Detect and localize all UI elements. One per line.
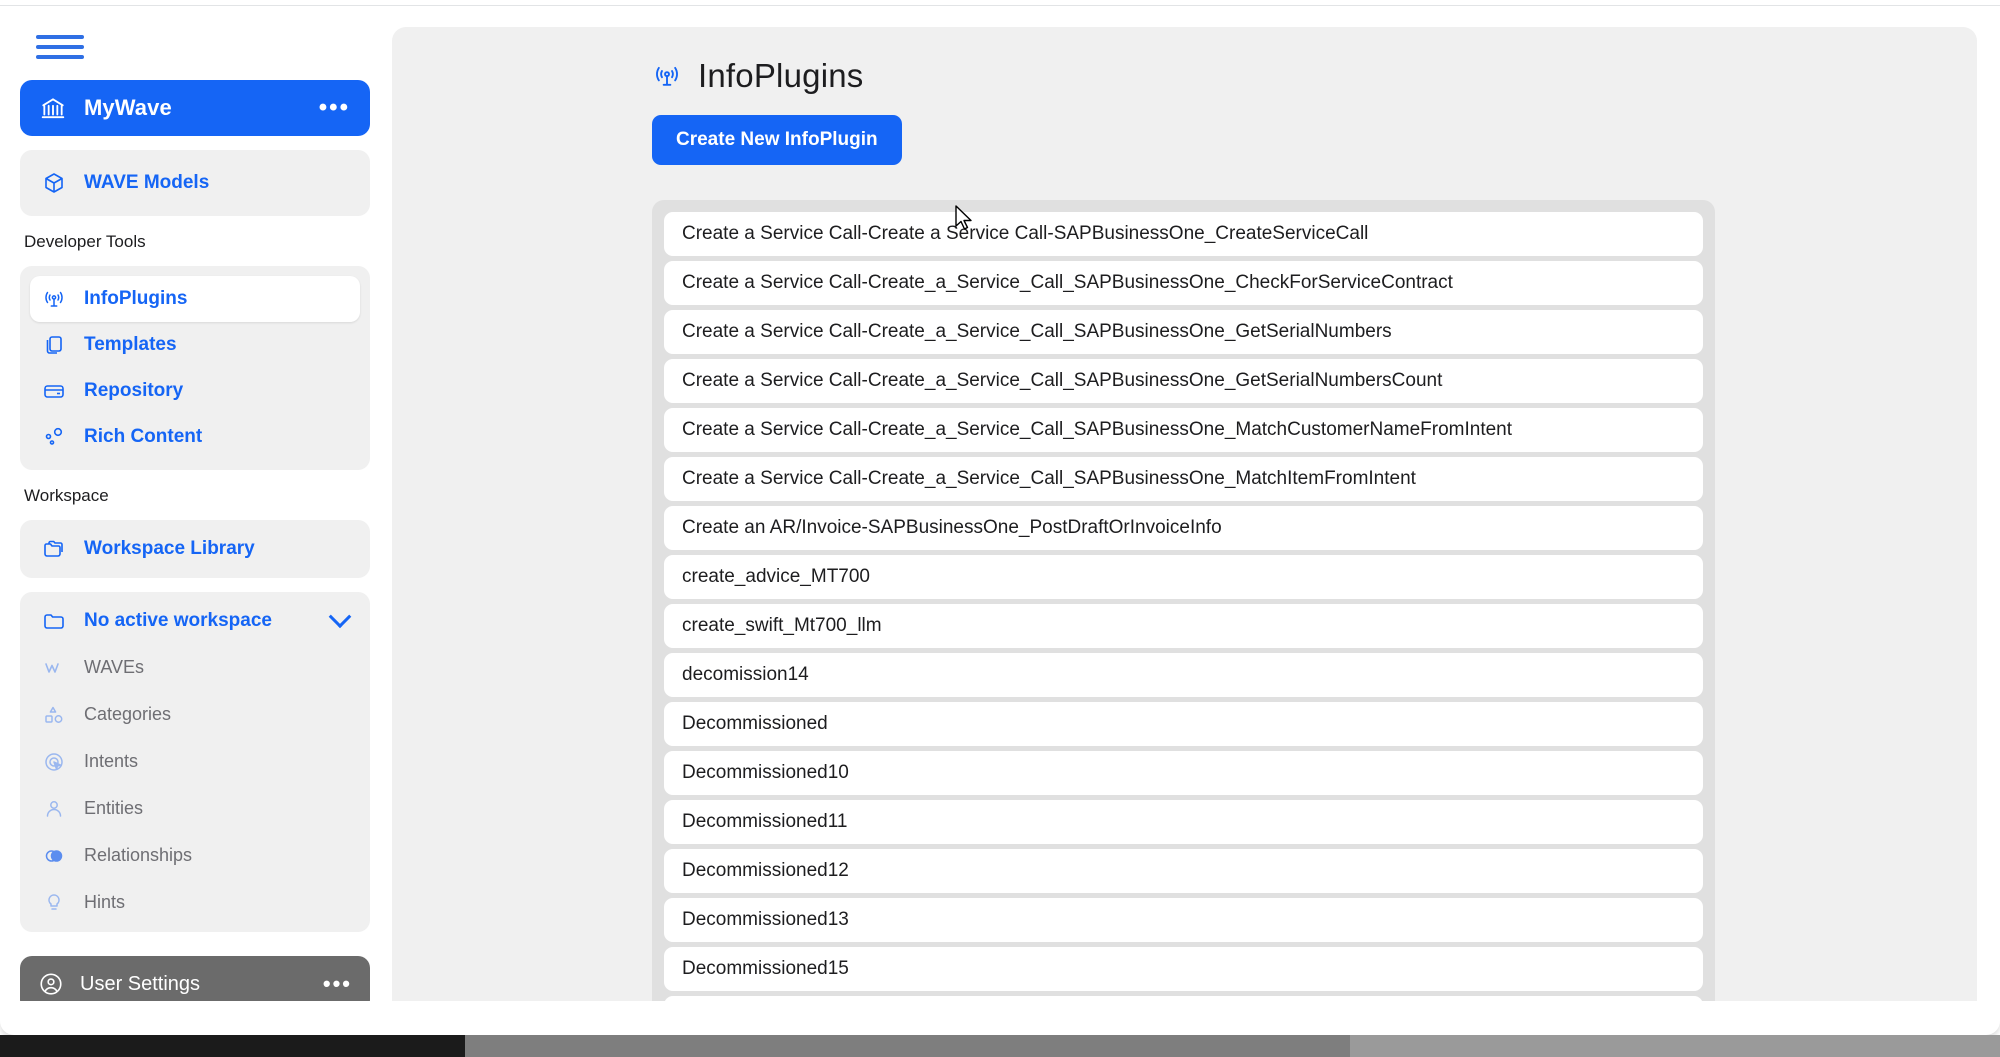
sidebar-item-label: Categories (84, 704, 172, 724)
sidebar-item-wave-models[interactable]: WAVE Models (30, 160, 360, 206)
main-panel: InfoPlugins Create New InfoPlugin Create… (392, 27, 1977, 1057)
list-item[interactable]: Create a Service Call-Create a Service C… (664, 212, 1703, 256)
antenna-icon (42, 287, 66, 311)
wave-models-group: WAVE Models (20, 150, 370, 216)
person-icon (42, 797, 66, 821)
sidebar-item-label: Hints (84, 892, 126, 912)
sidebar-item-label: Repository (84, 380, 184, 401)
list-item[interactable]: decomission14 (664, 653, 1703, 697)
workspace-library-group: Workspace Library (20, 520, 370, 578)
copy-icon (42, 333, 66, 357)
sidebar-item-relationships[interactable]: Relationships (30, 832, 360, 879)
user-settings-more-icon[interactable]: ••• (323, 973, 352, 995)
list-item[interactable]: Create an AR/Invoice-SAPBusinessOne_Post… (664, 506, 1703, 550)
sidebar-item-templates[interactable]: Templates (30, 322, 360, 368)
sidebar-item-label: User Settings (80, 972, 201, 995)
list-item[interactable]: Decommissioned12 (664, 849, 1703, 893)
app-root: MyWave ••• WAVE Models Developer Tools I… (0, 0, 2000, 1057)
sidebar-item-rich-content[interactable]: Rich Content (30, 414, 360, 460)
bezel-right (1350, 1035, 2000, 1057)
list-item[interactable]: Create a Service Call-Create_a_Service_C… (664, 261, 1703, 305)
window-bottom-edge (0, 1001, 2000, 1035)
sidebar-content: MyWave ••• WAVE Models Developer Tools I… (20, 80, 370, 932)
chevron-down-icon[interactable] (328, 605, 352, 629)
hamburger-line (36, 45, 84, 49)
sidebar-item-entities[interactable]: Entities (30, 785, 360, 832)
list-item[interactable]: Decommissioned11 (664, 800, 1703, 844)
sidebar-item-no-active-workspace[interactable]: No active workspace (30, 598, 360, 644)
bank-icon (40, 95, 66, 121)
sidebar-item-hints[interactable]: Hints (30, 879, 360, 926)
list-item[interactable]: Decommissioned13 (664, 898, 1703, 942)
sidebar-item-label: Rich Content (84, 426, 203, 447)
sidebar-item-label: WAVE Models (84, 172, 210, 193)
sidebar-item-label: MyWave (84, 95, 172, 120)
list-item[interactable]: create_advice_MT700 (664, 555, 1703, 599)
infoplugins-list[interactable]: Create a Service Call-Create a Service C… (652, 200, 1715, 1057)
sidebar-item-categories[interactable]: Categories (30, 691, 360, 738)
section-label-developer-tools: Developer Tools (24, 232, 146, 251)
folders-icon (42, 537, 66, 561)
sidebar-item-repository[interactable]: Repository (30, 368, 360, 414)
venn-icon (42, 844, 66, 868)
hamburger-line (36, 55, 84, 59)
nodes-icon (42, 425, 66, 449)
list-item[interactable]: create_swift_Mt700_llm (664, 604, 1703, 648)
mywave-more-icon[interactable]: ••• (319, 96, 350, 120)
sidebar-item-intents[interactable]: Intents (30, 738, 360, 785)
section-label-workspace: Workspace (24, 486, 109, 505)
archive-icon (42, 379, 66, 403)
sidebar-item-label: Workspace Library (84, 538, 255, 559)
list-item[interactable]: Create a Service Call-Create_a_Service_C… (664, 359, 1703, 403)
list-item[interactable]: Create a Service Call-Create_a_Service_C… (664, 457, 1703, 501)
create-new-infoplugin-button[interactable]: Create New InfoPlugin (652, 115, 902, 165)
workspace-group: No active workspace WAVEs Categories Int… (20, 592, 370, 932)
sidebar-item-infoplugins[interactable]: InfoPlugins (30, 276, 360, 322)
target-cursor-icon (42, 750, 66, 774)
list-item[interactable]: Create a Service Call-Create_a_Service_C… (664, 408, 1703, 452)
developer-tools-group: InfoPlugins Templates Repository Rich Co… (20, 266, 370, 470)
sidebar-item-label: Entities (84, 798, 144, 818)
sidebar-item-workspace-library[interactable]: Workspace Library (30, 526, 360, 572)
sidebar-item-waves[interactable]: WAVEs (30, 644, 360, 691)
page-title: InfoPlugins (698, 57, 864, 94)
bezel-mid (465, 1035, 1350, 1057)
sidebar-item-label: Relationships (84, 845, 193, 865)
sidebar-item-label: WAVEs (84, 657, 145, 677)
account-circle-icon (38, 971, 64, 997)
lightbulb-icon (42, 891, 66, 915)
list-item[interactable]: Decommissioned (664, 702, 1703, 746)
list-item[interactable]: Create a Service Call-Create_a_Service_C… (664, 310, 1703, 354)
folder-icon (42, 609, 66, 633)
cube-icon (42, 171, 66, 195)
page-header: InfoPlugins (652, 57, 1977, 95)
wave-w-icon (42, 656, 66, 680)
sidebar: MyWave ••• WAVE Models Developer Tools I… (0, 6, 392, 1025)
sidebar-item-label: InfoPlugins (84, 288, 188, 309)
list-item[interactable]: Decommissioned15 (664, 947, 1703, 991)
hamburger-icon[interactable] (36, 32, 84, 62)
sidebar-item-label: No active workspace (84, 610, 272, 631)
shapes-icon (42, 703, 66, 727)
sidebar-item-mywave[interactable]: MyWave ••• (20, 80, 370, 136)
antenna-icon (652, 61, 682, 91)
hamburger-line (36, 35, 84, 39)
sidebar-item-label: Intents (84, 751, 139, 771)
sidebar-item-label: Templates (84, 334, 177, 355)
list-item[interactable]: Decommissioned10 (664, 751, 1703, 795)
device-bezel (0, 1035, 2000, 1057)
